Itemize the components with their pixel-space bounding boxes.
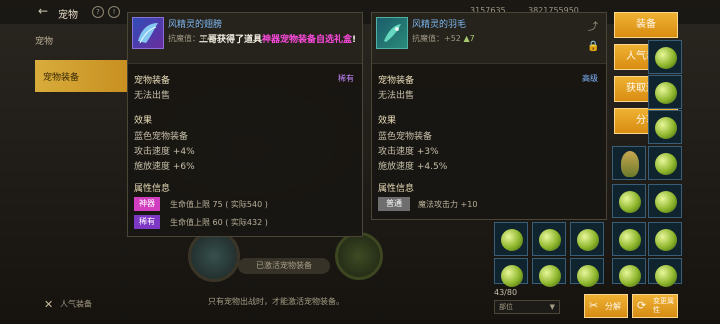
item-name: 风精灵的翅膀: [168, 20, 223, 30]
effect-title: 效果: [134, 116, 153, 126]
decompose-label: 分解: [605, 302, 621, 311]
rarity-label: 高级: [582, 74, 598, 83]
chevron-down-icon: ▼: [549, 303, 555, 311]
trade-restriction: 无法出售: [378, 91, 415, 101]
top-bar-icons: ?!: [92, 6, 126, 18]
activated-equipment-label: 已激活宠物装备: [238, 258, 330, 274]
inventory-slot[interactable]: [494, 258, 528, 287]
anti-magic-label: 抗魔值：: [168, 34, 200, 43]
refresh-icon: ⟳: [637, 299, 647, 312]
inventory-slot[interactable]: [570, 258, 604, 287]
effect-line: 蓝色宠物装备: [134, 132, 189, 142]
broadcast-item: 神器宠物装备自选礼盒: [262, 35, 353, 45]
anti-magic-number: +52: [444, 34, 461, 43]
menu-item-pet[interactable]: 宠物: [35, 34, 53, 47]
inventory-slot[interactable]: [648, 184, 682, 218]
activation-hint: 只有宠物出战时，才能激活宠物装备。: [208, 297, 344, 306]
info-icon[interactable]: !: [108, 6, 120, 18]
attr-tag-normal: 普通: [378, 197, 410, 211]
inventory-slot[interactable]: [532, 258, 566, 287]
effect-line: 攻击速度 +4%: [134, 147, 195, 157]
effect-title: 效果: [378, 116, 397, 126]
crossed-swords-icon: ✕: [44, 298, 54, 311]
inventory-slot[interactable]: [648, 146, 682, 180]
tooltip-header: 风精灵的羽毛 抗魔值：+52 ▲7: [372, 13, 606, 64]
item-type: 宠物装备: [134, 76, 171, 86]
effect-line: 攻击速度 +3%: [378, 147, 439, 157]
item-name: 风精灵的羽毛: [412, 20, 467, 30]
system-broadcast: 二哥获得了道具神器宠物装备自选礼盒!: [199, 32, 356, 45]
feather-item-icon: [376, 17, 408, 49]
inventory-slot[interactable]: [648, 258, 682, 287]
inventory-count: 43/80: [494, 288, 518, 297]
favorite-equipment-button[interactable]: ✕ 人气装备: [44, 298, 92, 311]
pet-equipment-slot-accessory[interactable]: [335, 232, 383, 280]
help-icon[interactable]: ?: [92, 6, 104, 18]
inventory-slot[interactable]: [648, 110, 682, 144]
attr-tag-artifact: 神器: [134, 197, 160, 211]
item-tooltip-equipped: 风精灵的翅膀 抗魔值：+45 宠物装备 稀有 无法出售 效果 蓝色宠物装备 攻击…: [127, 12, 363, 237]
broadcast-suffix: !: [352, 35, 357, 45]
decompose-button[interactable]: ✂ 分解: [584, 294, 628, 318]
change-attribute-label: 变更属性: [653, 297, 674, 314]
back-arrow-icon[interactable]: ←: [38, 4, 48, 18]
page-title: 宠物: [58, 10, 78, 21]
anti-magic-label: 抗魔值：: [412, 34, 444, 43]
item-tooltip-compare: 风精灵的羽毛 抗魔值：+52 ▲7 宠物装备 高级 无法出售 效果 蓝色宠物装备…: [371, 12, 607, 220]
inventory-slot[interactable]: [612, 184, 646, 218]
inventory-slot[interactable]: [612, 258, 646, 287]
change-attribute-button[interactable]: ⟳ 变更属性: [632, 294, 678, 318]
anti-magic-increase: ▲7: [463, 34, 475, 43]
wing-item-icon: [132, 17, 164, 49]
favorite-equipment-label: 人气装备: [60, 299, 92, 309]
lock-icon[interactable]: 🔒: [587, 41, 599, 52]
pet-equipment-slot-wing[interactable]: [188, 230, 240, 282]
item-type: 宠物装备: [378, 76, 415, 86]
attr-title: 属性信息: [378, 184, 415, 194]
slot-filter-value: 部位: [499, 303, 513, 311]
rarity-label: 稀有: [338, 74, 354, 83]
menu-item-pet-equipment[interactable]: 宠物装备: [35, 60, 127, 92]
attr-text: 生命值上限 75 ( 实际540 ): [170, 200, 268, 209]
slot-filter-select[interactable]: 部位 ▼: [494, 300, 560, 314]
inventory-slot[interactable]: [570, 222, 604, 256]
trade-restriction: 无法出售: [134, 91, 171, 101]
effect-line: 施放速度 +6%: [134, 162, 195, 172]
attr-text: 魔法攻击力 +10: [418, 200, 478, 209]
anti-magic-value: 抗魔值：+52 ▲7: [412, 33, 475, 44]
decompose-icon: ✂: [589, 299, 599, 312]
inventory-slot[interactable]: [532, 222, 566, 256]
inventory-slot[interactable]: [494, 222, 528, 256]
share-link-icon[interactable]: ⤴: [588, 18, 598, 33]
inventory-slot[interactable]: [648, 75, 682, 109]
inventory-slot[interactable]: [612, 222, 646, 256]
attr-tag-rare: 稀有: [134, 215, 160, 229]
attr-title: 属性信息: [134, 184, 171, 194]
inventory-slot[interactable]: [648, 222, 682, 256]
effect-line: 施放速度 +4.5%: [378, 162, 448, 172]
inventory-slot[interactable]: [612, 146, 646, 180]
effect-line: 蓝色宠物装备: [378, 132, 433, 142]
equip-button[interactable]: 装备: [614, 12, 678, 38]
broadcast-prefix: 二哥获得了道具: [199, 35, 263, 45]
inventory-slot[interactable]: [648, 40, 682, 74]
attr-text: 生命值上限 60 ( 实际432 ): [170, 218, 268, 227]
